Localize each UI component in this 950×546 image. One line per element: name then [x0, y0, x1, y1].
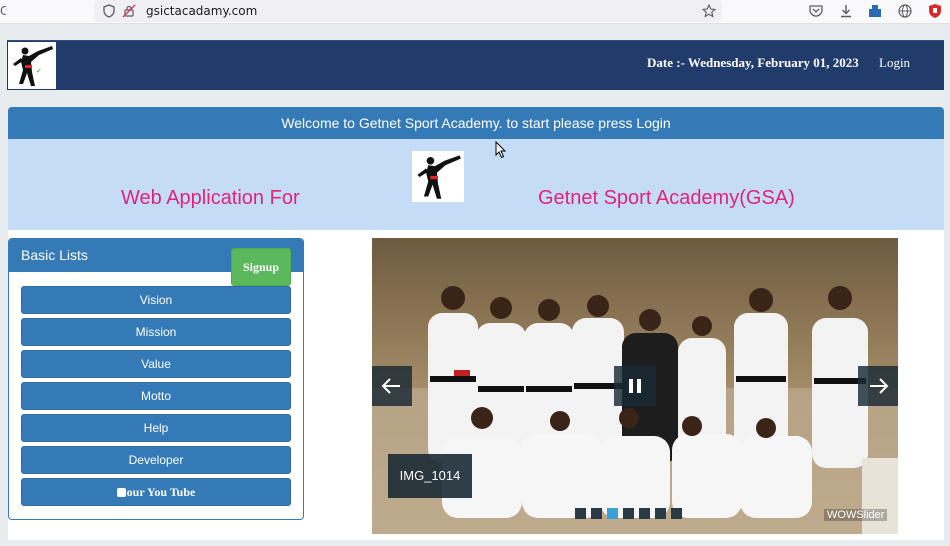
- shield-icon[interactable]: [102, 4, 116, 18]
- browser-toolbar: C gsictacadamy.com: [0, 0, 950, 24]
- slide-bullet[interactable]: [671, 508, 682, 519]
- bookmark-star-icon[interactable]: [702, 4, 716, 18]
- hero-banner: Web Application For Getnet Sport Academy…: [8, 139, 944, 230]
- slide-bullet[interactable]: [655, 508, 666, 519]
- arrow-left-icon: [381, 378, 400, 394]
- main-content: Basic Lists Signup Vision Mission Value …: [8, 230, 944, 540]
- globe-icon[interactable]: [897, 3, 913, 19]
- slide-bullet[interactable]: [575, 508, 586, 519]
- youtube-label: our You Tube: [126, 485, 196, 499]
- youtube-button[interactable]: our You Tube: [21, 478, 291, 506]
- pocket-icon[interactable]: [808, 3, 824, 19]
- page: ✓ Date :- Wednesday, February 01, 2023 L…: [0, 24, 950, 546]
- reload-icon[interactable]: C: [0, 4, 6, 18]
- signup-button[interactable]: Signup: [231, 248, 291, 286]
- lock-insecure-icon[interactable]: [122, 4, 136, 18]
- slide-bullet[interactable]: [607, 508, 618, 519]
- slide-bullet[interactable]: [639, 508, 650, 519]
- pause-slideshow-button[interactable]: [614, 366, 656, 406]
- site-logo[interactable]: ✓: [8, 42, 56, 89]
- slide-bullet[interactable]: [623, 508, 634, 519]
- image-slider[interactable]: IMG_1014 WOWSlider: [372, 238, 898, 534]
- login-link[interactable]: Login: [879, 55, 910, 71]
- vision-button[interactable]: Vision: [21, 286, 291, 314]
- panel-title: Basic Lists: [21, 247, 88, 263]
- mission-button[interactable]: Mission: [21, 318, 291, 346]
- developer-button[interactable]: Developer: [21, 446, 291, 474]
- address-bar[interactable]: gsictacadamy.com: [94, 0, 722, 22]
- slide-bullet[interactable]: [591, 508, 602, 519]
- extension-icon[interactable]: [867, 3, 883, 19]
- previous-slide-button[interactable]: [372, 366, 412, 406]
- basic-lists-panel: Basic Lists Signup Vision Mission Value …: [8, 238, 304, 520]
- current-date: Date :- Wednesday, February 01, 2023: [647, 55, 859, 70]
- pause-icon: [629, 379, 641, 393]
- mouse-cursor-icon: [495, 141, 507, 159]
- download-icon[interactable]: [838, 3, 854, 19]
- arrow-right-icon: [870, 378, 889, 394]
- help-button[interactable]: Help: [21, 414, 291, 442]
- youtube-icon: [116, 488, 126, 497]
- slide-caption: IMG_1014: [388, 454, 472, 498]
- karate-kick-logo-icon: [417, 155, 461, 199]
- next-slide-button[interactable]: [858, 366, 898, 406]
- karate-kick-logo-icon: ✓: [13, 46, 53, 86]
- svg-text:✓: ✓: [36, 67, 42, 75]
- site-header: ✓ Date :- Wednesday, February 01, 2023 L…: [7, 40, 944, 90]
- banner-logo: [412, 151, 464, 202]
- adblock-icon[interactable]: [927, 3, 943, 19]
- value-button[interactable]: Value: [21, 350, 291, 378]
- slider-watermark: WOWSlider: [824, 509, 888, 521]
- banner-right-text: Getnet Sport Academy(GSA): [538, 187, 795, 209]
- motto-button[interactable]: Motto: [21, 382, 291, 410]
- banner-left-text: Web Application For: [121, 187, 300, 209]
- url-text[interactable]: gsictacadamy.com: [146, 4, 257, 18]
- welcome-message: Welcome to Getnet Sport Academy. to star…: [8, 107, 944, 139]
